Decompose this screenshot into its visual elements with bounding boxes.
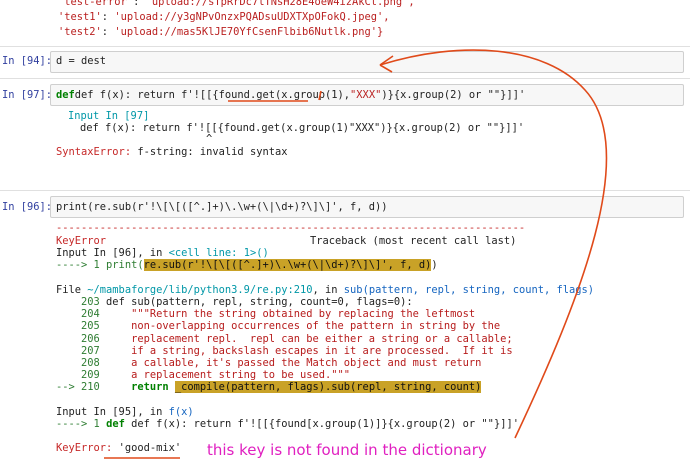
curved-arrow (379, 49, 608, 439)
arrow-head (379, 55, 394, 73)
annotation-overlay (104, 49, 608, 459)
comma-mark (318, 90, 322, 101)
